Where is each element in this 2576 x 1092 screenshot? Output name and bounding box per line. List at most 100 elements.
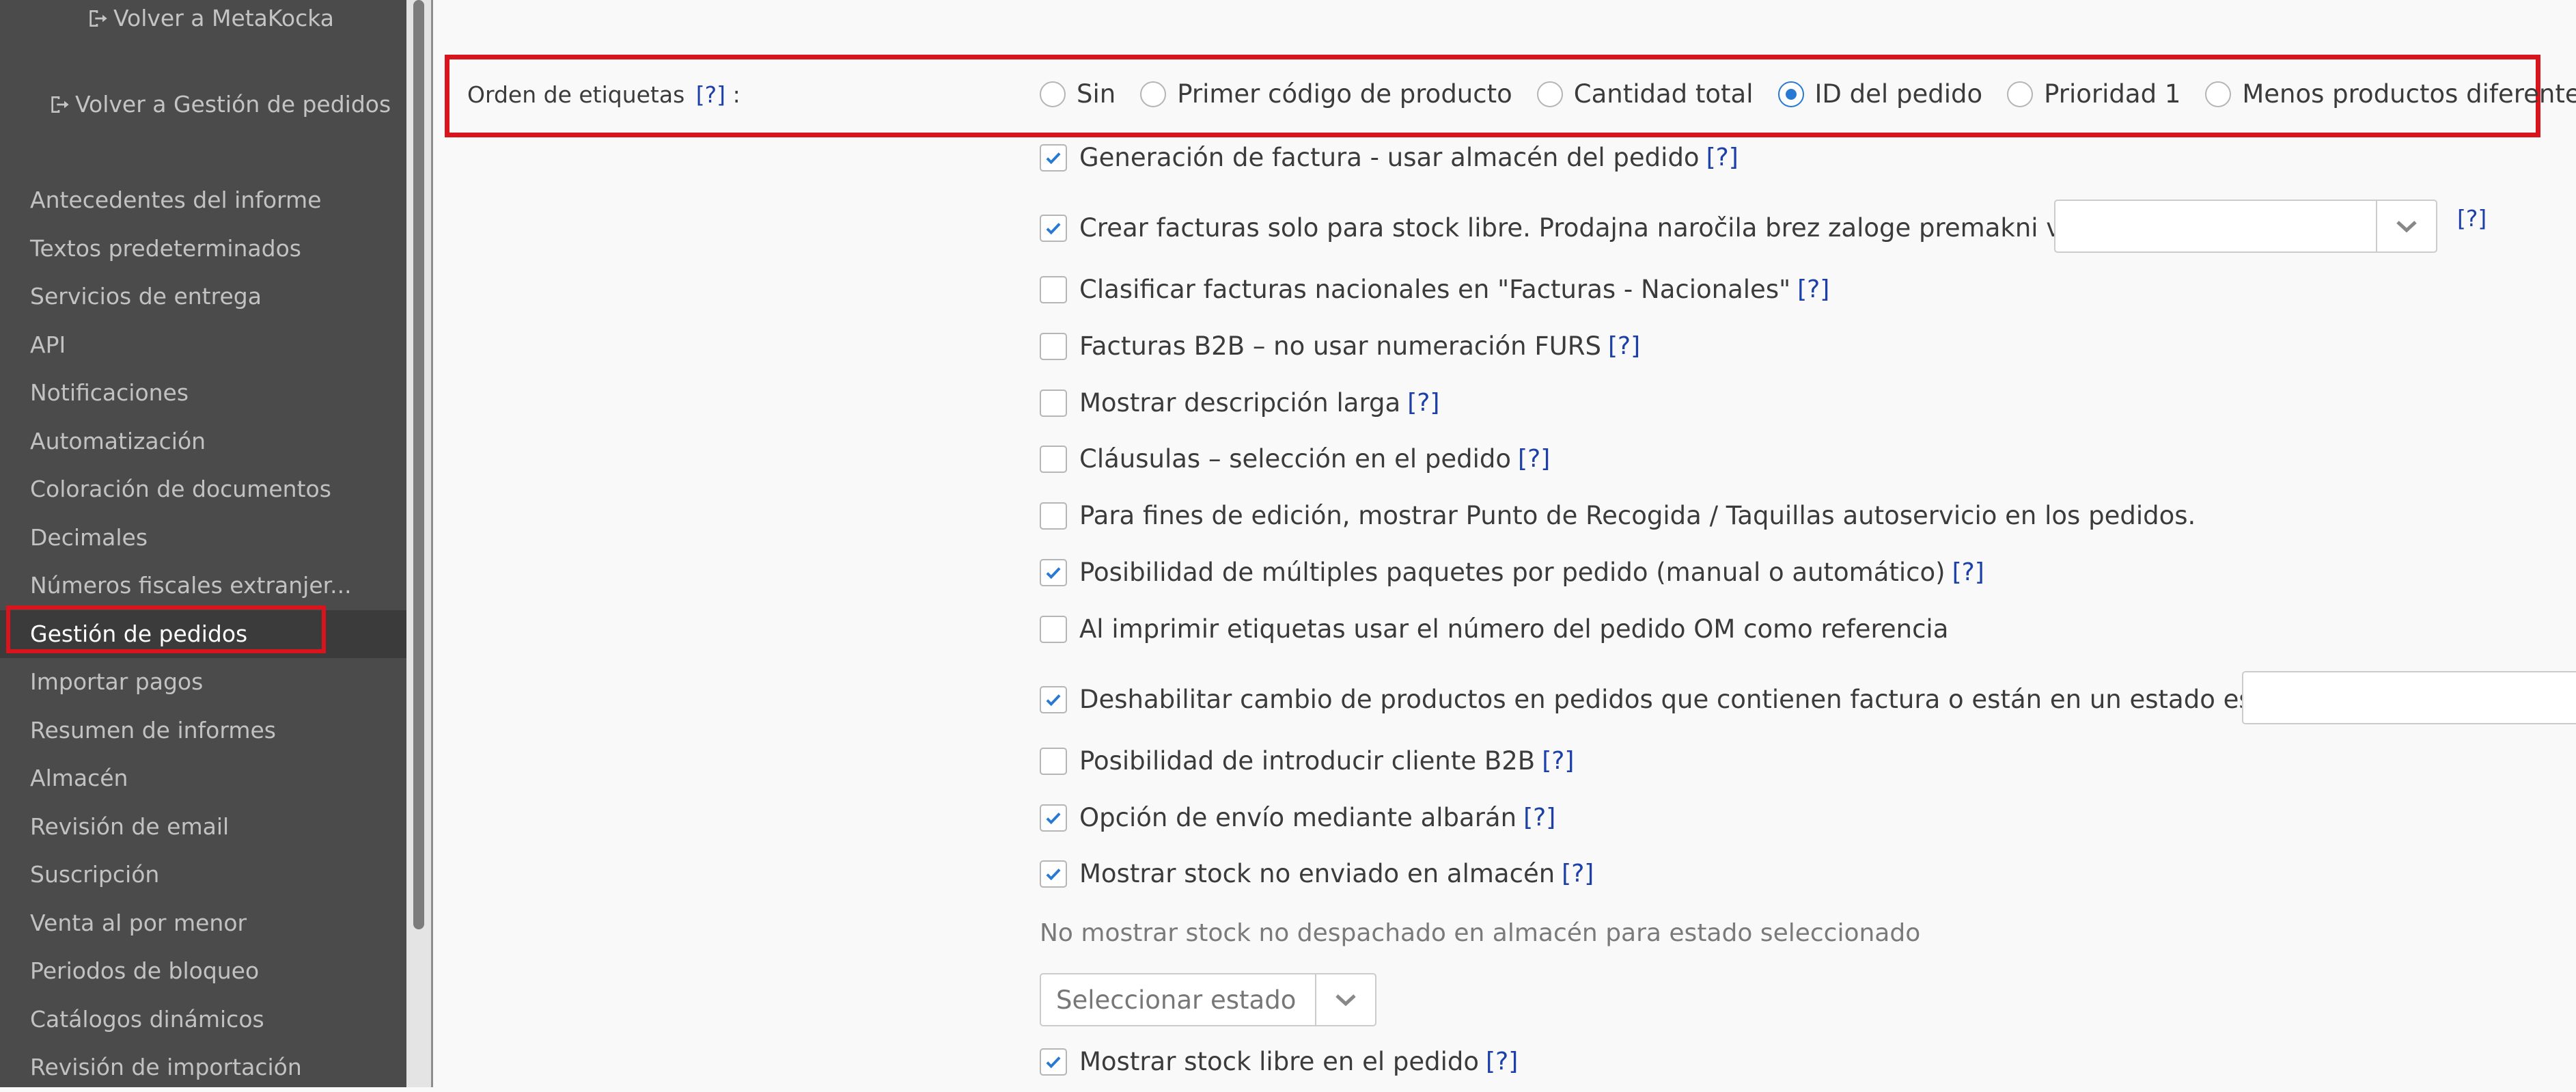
sidebar-item-email-review[interactable]: Revisión de email (0, 803, 406, 851)
setting-row-multiple-packages: Posibilidad de múltiples paquetes por pe… (1040, 558, 1984, 587)
help-link[interactable]: [?] (1542, 747, 1574, 775)
setting-label: Generación de factura - usar almacén del… (1079, 143, 1700, 172)
setting-row-national-invoices: Clasificar facturas nacionales en "Factu… (1040, 275, 1829, 304)
radio-option-total-quantity[interactable]: Cantidad total (1536, 79, 1754, 109)
no-dispatched-heading: No mostrar stock no despachado en almacé… (1040, 919, 1921, 947)
setting-label: Mostrar stock no enviado en almacén (1079, 859, 1555, 888)
checkbox-disable-product-change[interactable] (1040, 685, 1067, 713)
checkbox-multiple-packages[interactable] (1040, 558, 1067, 586)
sidebar-item-default-texts[interactable]: Textos predeterminados (0, 225, 406, 273)
sidebar-item-order-management[interactable]: Gestión de pedidos (0, 610, 406, 658)
radio-none[interactable] (1040, 81, 1066, 107)
back-to-orders-label: Volver a Gestión de pedidos (75, 91, 391, 118)
setting-row-b2b-furs: Facturas B2B – no usar numeración FURS [… (1040, 331, 1640, 361)
radio-option-order-id[interactable]: ID del pedido (1777, 79, 1983, 109)
status-select[interactable]: Seleccionar estado (1040, 973, 1376, 1026)
radio-order-id[interactable] (1777, 81, 1804, 107)
sidebar-item-warehouse[interactable]: Almacén (0, 754, 406, 803)
help-link[interactable]: [?] (1706, 144, 1739, 172)
sidebar-item-foreign-tax-numbers[interactable]: Números fiscales extranjer... (0, 562, 406, 610)
radio-option-first-product-code[interactable]: Primer código de producto (1140, 79, 1512, 109)
status-select-placeholder: Seleccionar estado (1056, 985, 1297, 1015)
setting-label: Opción de envío mediante albarán (1079, 803, 1517, 832)
sidebar-item-api[interactable]: API (0, 321, 406, 370)
checkbox-invoice-order-warehouse[interactable] (1040, 144, 1067, 172)
setting-row-pickup-point: Para fines de edición, mostrar Punto de … (1040, 501, 2196, 530)
checkbox-pickup-point[interactable] (1040, 502, 1067, 530)
sidebar-item-retail[interactable]: Venta al por menor (0, 899, 406, 948)
setting-row-clauses: Cláusulas – selección en el pedido [?] (1040, 444, 1550, 474)
checkbox-b2b-furs[interactable] (1040, 332, 1067, 360)
status-select-disable-change[interactable] (2242, 671, 2576, 724)
help-link[interactable]: [?] (1518, 445, 1550, 473)
label-order-colon: : (732, 81, 740, 108)
radio-priority-1[interactable] (2007, 81, 2034, 107)
back-to-orders-link[interactable]: Volver a Gestión de pedidos (48, 91, 391, 118)
sidebar-item-report-background[interactable]: Antecedentes del informe (0, 176, 406, 225)
help-link[interactable]: [?] (1562, 860, 1594, 888)
checkbox-unsent-stock[interactable] (1040, 860, 1067, 888)
setting-label: Posibilidad de múltiples paquetes por pe… (1079, 558, 1945, 587)
checkbox-b2b-customer[interactable] (1040, 747, 1067, 775)
sidebar-item-lock-periods[interactable]: Periodos de bloqueo (0, 947, 406, 996)
setting-row-invoice-order-warehouse: Generación de factura - usar almacén del… (1040, 143, 1739, 172)
setting-label: Deshabilitar cambio de productos en pedi… (1079, 685, 2350, 714)
help-link[interactable]: [?] (1608, 332, 1640, 360)
radio-option-fewest-products[interactable]: Menos productos diferentes (2205, 79, 2576, 109)
setting-label: Facturas B2B – no usar numeración FURS (1079, 331, 1601, 361)
checkbox-clauses[interactable] (1040, 445, 1067, 473)
sidebar-item-notifications[interactable]: Notificaciones (0, 369, 406, 418)
settings-nav: Antecedentes del informe Textos predeter… (0, 176, 406, 1092)
checkbox-national-invoices[interactable] (1040, 275, 1067, 303)
sidebar: Volver a MetaKocka Volver a Gestión de p… (0, 0, 406, 1087)
help-link[interactable]: [?] (1952, 558, 1984, 586)
sidebar-item-import-review[interactable]: Revisión de importación (0, 1043, 406, 1092)
help-link[interactable]: [?] (1407, 389, 1439, 417)
radio-label-priority-1: Prioridad 1 (2044, 79, 2181, 109)
checkbox-free-stock-order[interactable] (1040, 1048, 1067, 1076)
radio-label-total-quantity: Cantidad total (1573, 79, 1754, 109)
checkbox-invoices-free-stock[interactable] (1040, 214, 1067, 242)
radio-option-priority-1[interactable]: Prioridad 1 (2007, 79, 2180, 109)
back-to-metakocka-link[interactable]: Volver a MetaKocka (86, 5, 334, 31)
help-link[interactable]: [?] (1523, 804, 1555, 832)
sidebar-item-subscription[interactable]: Suscripción (0, 851, 406, 899)
checkbox-delivery-note[interactable] (1040, 804, 1067, 832)
chevron-down-icon (1315, 974, 1375, 1025)
setting-label: Clasificar facturas nacionales en "Factu… (1079, 275, 1791, 304)
help-link[interactable]: [?] (1486, 1048, 1518, 1076)
setting-label: Mostrar stock libre en el pedido (1079, 1047, 1480, 1076)
setting-row-invoices-free-stock: Crear facturas solo para stock libre. Pr… (1040, 213, 2147, 243)
radio-option-none[interactable]: Sin (1040, 79, 1116, 109)
exit-icon (89, 10, 107, 27)
setting-label: Crear facturas solo para stock libre. Pr… (1079, 213, 2147, 243)
sidebar-item-report-summary[interactable]: Resumen de informes (0, 707, 406, 755)
sidebar-item-automation[interactable]: Automatización (0, 418, 406, 466)
radio-fewest-products[interactable] (2205, 81, 2232, 107)
radio-total-quantity[interactable] (1536, 81, 1563, 107)
checkbox-long-description[interactable] (1040, 389, 1067, 417)
sidebar-item-import-payments[interactable]: Importar pagos (0, 658, 406, 707)
radio-label-order-id: ID del pedido (1814, 79, 1983, 109)
setting-row-disable-product-change: Deshabilitar cambio de productos en pedi… (1040, 685, 2350, 714)
status-select-free-stock[interactable] (2054, 200, 2437, 253)
setting-row-b2b-customer: Posibilidad de introducir cliente B2B [?… (1040, 746, 1574, 776)
setting-row-om-reference: Al imprimir etiquetas usar el número del… (1040, 614, 1948, 644)
radio-first-product-code[interactable] (1140, 81, 1167, 107)
sidebar-item-document-coloring[interactable]: Coloración de documentos (0, 465, 406, 514)
radio-label-first-product-code: Primer código de producto (1177, 79, 1512, 109)
setting-row-delivery-note: Opción de envío mediante albarán [?] (1040, 803, 1555, 832)
radio-label-none: Sin (1077, 79, 1116, 109)
setting-label: Cláusulas – selección en el pedido (1079, 444, 1512, 474)
content-divider (431, 0, 433, 1087)
sidebar-item-delivery-services[interactable]: Servicios de entrega (0, 273, 406, 321)
label-order-help-link[interactable]: [?] (696, 81, 725, 108)
sidebar-item-decimals[interactable]: Decimales (0, 514, 406, 562)
radio-label-fewest-products: Menos productos diferentes (2242, 79, 2576, 109)
help-link[interactable]: [?] (1797, 275, 1829, 303)
setting-row-free-stock-order: Mostrar stock libre en el pedido [?] (1040, 1047, 1518, 1076)
checkbox-om-reference[interactable] (1040, 615, 1067, 643)
sidebar-item-dynamic-catalogs[interactable]: Catálogos dinámicos (0, 996, 406, 1044)
help-link[interactable]: [?] (2457, 205, 2487, 232)
sidebar-scrollbar-thumb[interactable] (413, 0, 424, 929)
